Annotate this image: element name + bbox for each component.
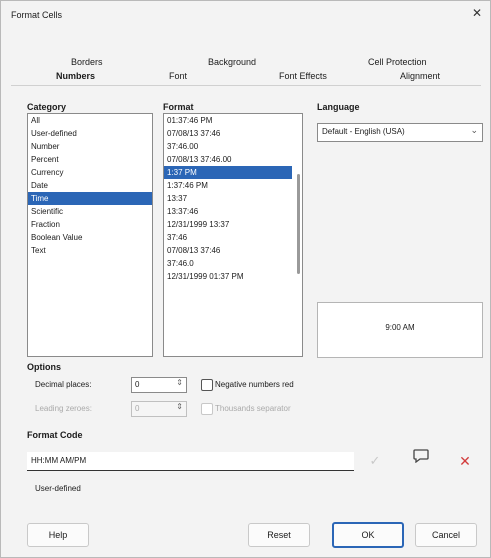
list-item[interactable]: User-defined (28, 127, 152, 140)
list-item[interactable]: 07/08/13 37:46 (164, 127, 302, 140)
category-list[interactable]: All User-defined Number Percent Currency… (27, 113, 153, 357)
negative-red-label: Negative numbers red (215, 380, 294, 389)
decimal-places-value: 0 (135, 380, 140, 389)
tab-row-upper: Borders Background Cell Protection (11, 57, 481, 71)
tab-font-effects[interactable]: Font Effects (279, 71, 327, 81)
decimal-places-stepper[interactable]: 0 ⇕ (131, 377, 187, 393)
format-code-label: Format Code (27, 430, 83, 440)
language-label: Language (317, 102, 360, 112)
list-item-selected[interactable]: 1:37 PM (164, 166, 292, 179)
list-item[interactable]: 07/08/13 37:46 (164, 244, 302, 257)
format-cells-dialog: Format Cells ✕ Borders Background Cell P… (0, 0, 491, 558)
thousands-separator-label: Thousands separator (215, 404, 291, 413)
delete-icon[interactable]: ✕ (453, 450, 477, 472)
language-select[interactable]: Default - English (USA) ⌄ (317, 123, 483, 142)
reset-button[interactable]: Reset (248, 523, 310, 547)
tab-divider (11, 85, 481, 88)
list-item[interactable]: 12/31/1999 01:37 PM (164, 270, 302, 283)
list-item[interactable]: Currency (28, 166, 152, 179)
checkmark-icon[interactable]: ✓ (363, 450, 387, 472)
category-label: Category (27, 102, 67, 112)
comment-icon[interactable] (409, 449, 433, 471)
options-label: Options (27, 362, 61, 372)
format-list[interactable]: 01:37:46 PM 07/08/13 37:46 37:46.00 07/0… (163, 113, 303, 357)
leading-zeroes-stepper[interactable]: 0 ⇕ (131, 401, 187, 417)
list-item[interactable]: 13:37:46 (164, 205, 302, 218)
tab-alignment[interactable]: Alignment (400, 71, 440, 81)
list-item[interactable]: 37:46.00 (164, 140, 302, 153)
list-item[interactable]: 01:37:46 PM (164, 114, 302, 127)
list-item[interactable]: 13:37 (164, 192, 302, 205)
format-label: Format (163, 102, 194, 112)
tab-background[interactable]: Background (208, 57, 256, 67)
help-button[interactable]: Help (27, 523, 89, 547)
list-item[interactable]: 37:46 (164, 231, 302, 244)
list-item-selected[interactable]: Time (28, 192, 152, 205)
negative-red-checkbox[interactable] (201, 379, 213, 391)
spin-arrows-icon[interactable]: ⇕ (176, 402, 183, 411)
list-item[interactable]: Date (28, 179, 152, 192)
format-code-input[interactable]: HH:MM AM/PM (27, 452, 354, 471)
list-item[interactable]: Fraction (28, 218, 152, 231)
thousands-separator-checkbox[interactable] (201, 403, 213, 415)
preview-text: 9:00 AM (385, 323, 415, 332)
list-item[interactable]: Percent (28, 153, 152, 166)
ok-button[interactable]: OK (332, 522, 404, 548)
decimal-places-label: Decimal places: (35, 380, 92, 389)
format-code-value: HH:MM AM/PM (31, 456, 87, 465)
spin-arrows-icon[interactable]: ⇕ (176, 378, 183, 387)
list-item[interactable]: Number (28, 140, 152, 153)
tab-font[interactable]: Font (169, 71, 187, 81)
format-code-description: User-defined (35, 484, 81, 493)
list-item[interactable]: All (28, 114, 152, 127)
format-list-scrollbar[interactable] (297, 174, 300, 274)
format-preview: 9:00 AM (317, 302, 483, 358)
list-item[interactable]: 37:46.0 (164, 257, 302, 270)
chevron-down-icon[interactable]: ⌄ (470, 125, 478, 136)
tab-borders[interactable]: Borders (71, 57, 103, 67)
list-item[interactable]: Text (28, 244, 152, 257)
leading-zeroes-value: 0 (135, 404, 140, 413)
tab-numbers[interactable]: Numbers (56, 71, 95, 81)
list-item[interactable]: Scientific (28, 205, 152, 218)
tab-row-lower: Numbers Font Font Effects Alignment (11, 71, 481, 85)
list-item[interactable]: 07/08/13 37:46.00 (164, 153, 302, 166)
title-bar: Format Cells ✕ (1, 1, 490, 31)
cancel-button[interactable]: Cancel (415, 523, 477, 547)
dialog-title: Format Cells (11, 10, 63, 20)
leading-zeroes-label: Leading zeroes: (35, 404, 92, 413)
language-value: Default - English (USA) (322, 127, 405, 136)
list-item[interactable]: Boolean Value (28, 231, 152, 244)
list-item[interactable]: 1:37:46 PM (164, 179, 302, 192)
tab-cell-protection[interactable]: Cell Protection (368, 57, 427, 67)
list-item[interactable]: 12/31/1999 13:37 (164, 218, 302, 231)
close-icon[interactable]: ✕ (472, 6, 482, 20)
